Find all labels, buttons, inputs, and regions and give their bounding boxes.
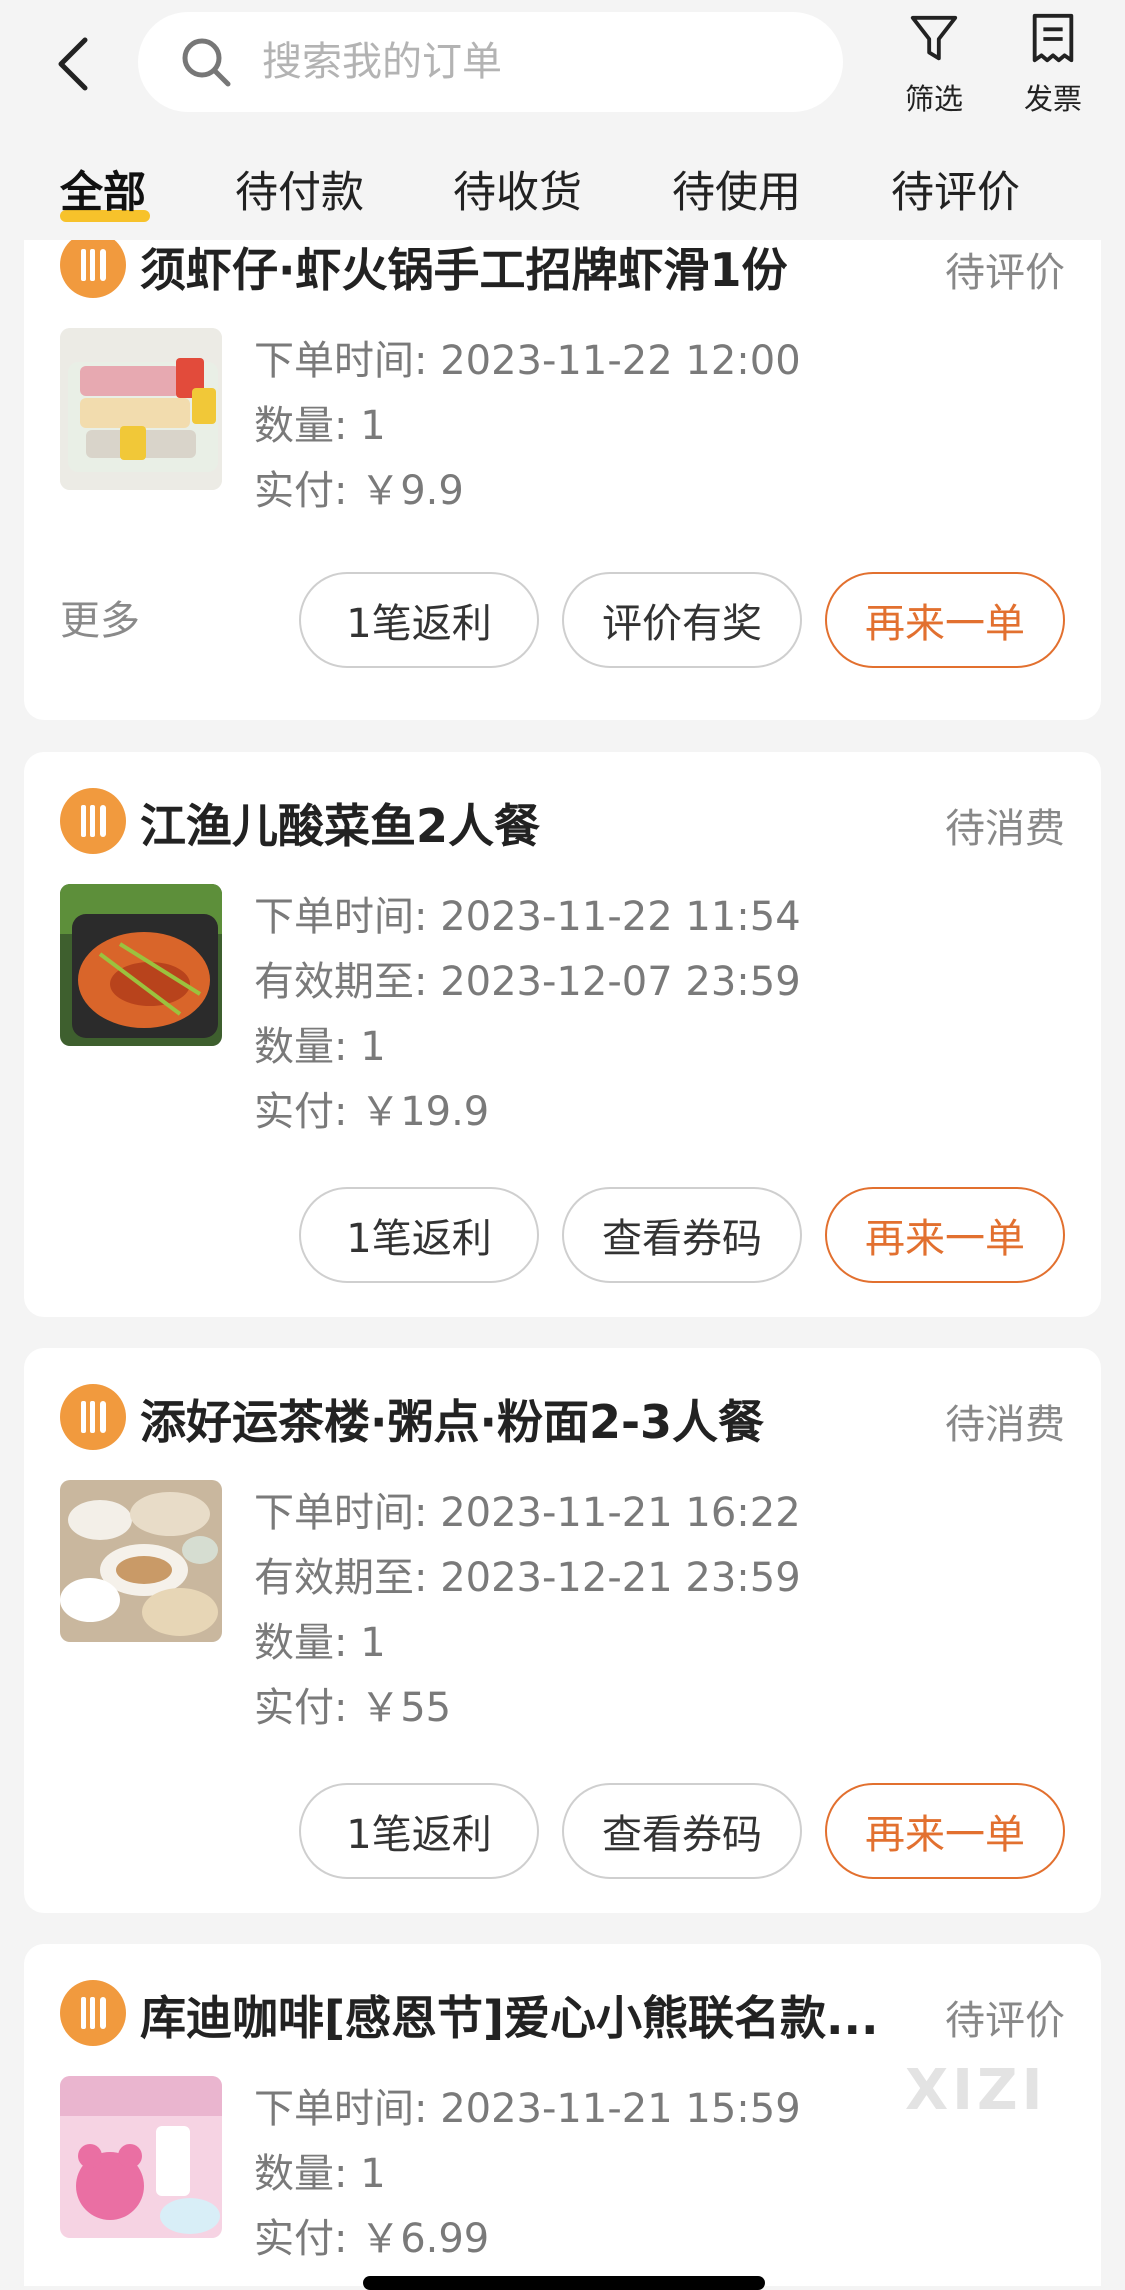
order-paid: 实付: ￥55 [254, 1685, 452, 1731]
coffee-bear-image [60, 2076, 222, 2238]
fork-knife-icon [81, 805, 106, 837]
order-quantity: 数量: 1 [254, 1620, 386, 1666]
fork-knife-icon [81, 249, 106, 281]
watermark: XIZI [905, 2058, 1047, 2123]
tab-pending-payment[interactable]: 待付款 [235, 158, 364, 220]
order-status: 待评价 [945, 1998, 1065, 2044]
invoice-label: 发票 [1023, 82, 1082, 116]
reorder-button[interactable]: 再来一单 [825, 572, 1065, 668]
fork-knife-icon [81, 1997, 106, 2029]
valid-until: 有效期至: 2023-12-07 23:59 [254, 959, 801, 1005]
tab-pending-review[interactable]: 待评价 [891, 158, 1020, 220]
order-paid: 实付: ￥19.9 [254, 1089, 490, 1135]
order-list[interactable]: 须虾仔·虾火锅手工招牌虾滑1份 待评价 下单时间: 2023-11-22 12:… [0, 240, 1125, 2286]
fork-knife-icon [81, 1401, 106, 1433]
tab-pending-receipt[interactable]: 待收货 [453, 158, 582, 220]
product-thumbnail[interactable] [60, 2076, 222, 2238]
order-status: 待消费 [945, 806, 1065, 852]
order-status: 待消费 [945, 1402, 1065, 1448]
chevron-left-icon [58, 37, 88, 91]
filter-label: 筛选 [904, 82, 963, 116]
restaurant-badge [60, 1980, 126, 2046]
order-status: 待评价 [945, 250, 1065, 296]
rebate-button[interactable]: 1笔返利 [299, 572, 539, 668]
order-title[interactable]: 库迪咖啡[感恩节]爱心小熊联名款... [140, 1982, 878, 2048]
order-title[interactable]: 江渔儿酸菜鱼2人餐 [140, 790, 540, 856]
search-icon [182, 38, 231, 87]
shrimp-paste-image [60, 328, 222, 490]
product-thumbnail[interactable] [60, 328, 222, 490]
rebate-button[interactable]: 1笔返利 [299, 1187, 539, 1283]
order-title[interactable]: 须虾仔·虾火锅手工招牌虾滑1份 [140, 240, 787, 300]
view-voucher-code-button[interactable]: 查看券码 [562, 1187, 802, 1283]
restaurant-badge [60, 788, 126, 854]
back-button[interactable] [38, 24, 108, 104]
order-quantity: 数量: 1 [254, 2151, 386, 2197]
order-time: 下单时间: 2023-11-21 16:22 [254, 1490, 801, 1536]
order-quantity: 数量: 1 [254, 1024, 386, 1070]
tabs-fade [1065, 148, 1125, 240]
rebate-button[interactable]: 1笔返利 [299, 1783, 539, 1879]
tab-all[interactable]: 全部 [60, 158, 146, 220]
search-input[interactable] [260, 38, 820, 86]
order-time: 下单时间: 2023-11-21 15:59 [254, 2086, 801, 2132]
product-thumbnail[interactable] [60, 884, 222, 1046]
home-indicator[interactable] [363, 2276, 765, 2290]
order-paid: 实付: ￥6.99 [254, 2216, 490, 2262]
order-quantity: 数量: 1 [254, 403, 386, 449]
order-title[interactable]: 添好运茶楼·粥点·粉面2-3人餐 [140, 1386, 764, 1452]
sauerkraut-fish-image [60, 884, 222, 1046]
filter-button[interactable]: 筛选 [884, 8, 984, 118]
valid-until: 有效期至: 2023-12-21 23:59 [254, 1555, 801, 1601]
restaurant-badge [60, 1384, 126, 1450]
order-time: 下单时间: 2023-11-22 12:00 [254, 338, 801, 384]
search-bar[interactable] [138, 12, 843, 112]
tab-pending-use[interactable]: 待使用 [672, 158, 801, 220]
reorder-button[interactable]: 再来一单 [825, 1187, 1065, 1283]
invoice-button[interactable]: 发票 [1003, 8, 1103, 118]
restaurant-badge [60, 240, 126, 298]
top-bar: 筛选 发票 全部 待付款 待收货 待使用 待评价 [0, 0, 1125, 240]
reorder-button[interactable]: 再来一单 [825, 1783, 1065, 1879]
product-thumbnail[interactable] [60, 1480, 222, 1642]
view-voucher-code-button[interactable]: 查看券码 [562, 1783, 802, 1879]
order-paid: 实付: ￥9.9 [254, 468, 464, 514]
dim-sum-set-image [60, 1480, 222, 1642]
review-reward-button[interactable]: 评价有奖 [562, 572, 802, 668]
receipt-icon [1032, 13, 1074, 63]
more-link[interactable]: 更多 [60, 588, 140, 646]
order-card[interactable]: 江渔儿酸菜鱼2人餐 待消费 下单时间: 2023-11-22 11:54 有效期… [24, 752, 1101, 1317]
order-tabs: 全部 待付款 待收货 待使用 待评价 [0, 148, 1125, 240]
filter-icon [910, 15, 958, 61]
order-card[interactable]: 须虾仔·虾火锅手工招牌虾滑1份 待评价 下单时间: 2023-11-22 12:… [24, 240, 1101, 720]
order-card[interactable]: 添好运茶楼·粥点·粉面2-3人餐 待消费 下单时间: 2023-11-21 16… [24, 1348, 1101, 1913]
order-time: 下单时间: 2023-11-22 11:54 [254, 894, 801, 940]
